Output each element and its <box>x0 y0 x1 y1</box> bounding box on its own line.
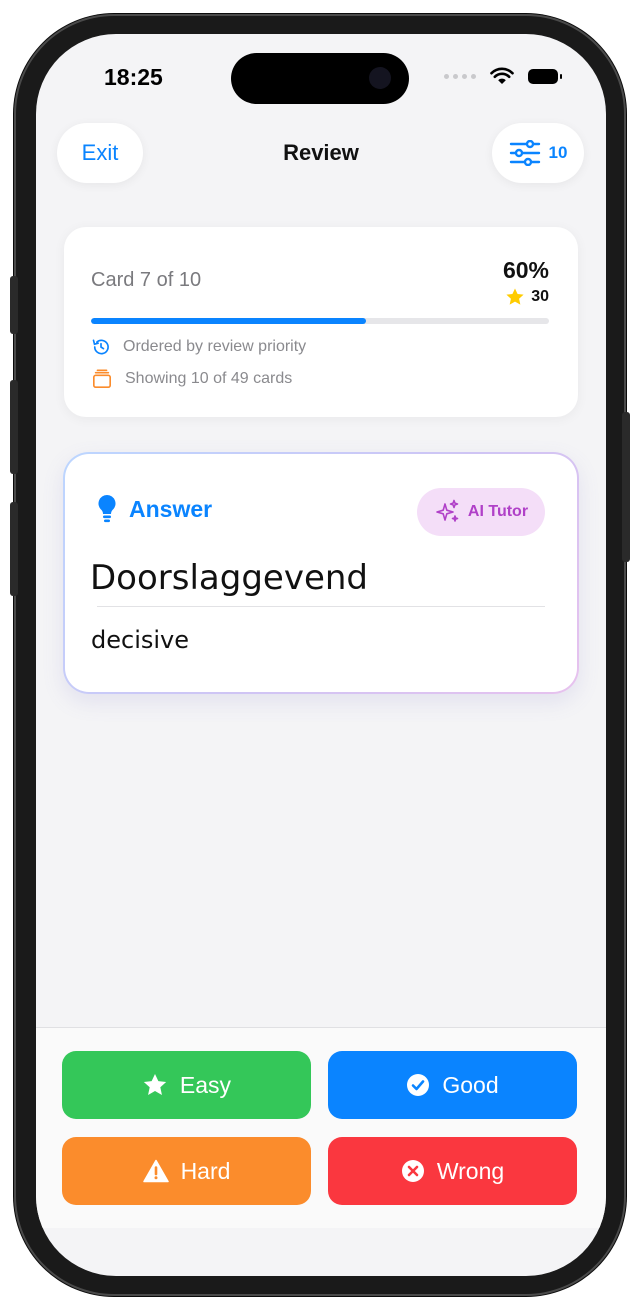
answer-card[interactable]: Answer AI Tutor Doorslaggevend decisive <box>63 452 579 694</box>
status-time: 18:25 <box>104 64 163 90</box>
grading-panel: Easy Good Hard Wrong <box>36 1027 606 1228</box>
wifi-icon <box>490 67 514 84</box>
cellular-signal-icon <box>444 73 476 79</box>
star-icon <box>143 1073 167 1095</box>
battery-icon <box>528 68 562 84</box>
progress-percent: 60% <box>502 257 549 283</box>
hard-button[interactable]: Hard <box>62 1137 311 1205</box>
easy-button[interactable]: Easy <box>62 1051 311 1119</box>
good-button[interactable]: Good <box>328 1051 577 1119</box>
star-count: 30 <box>531 288 549 305</box>
star-icon <box>506 288 524 305</box>
ai-tutor-label: AI Tutor <box>467 503 529 520</box>
answer-header: Answer <box>97 494 212 524</box>
filter-sliders-icon <box>509 140 540 166</box>
wrong-label: Wrong <box>436 1157 505 1184</box>
ai-tutor-button[interactable]: AI Tutor <box>417 488 545 536</box>
power-button <box>622 412 630 562</box>
wrong-button[interactable]: Wrong <box>328 1137 577 1205</box>
filter-button[interactable]: 10 <box>492 123 584 183</box>
answer-label: Answer <box>129 495 213 522</box>
lightbulb-icon <box>98 494 116 523</box>
status-icons <box>444 67 562 85</box>
showing-text: Showing 10 of 49 cards <box>125 370 293 387</box>
hard-label: Hard <box>180 1157 231 1184</box>
progress-card: Card 7 of 10 60% 30 Ordered by review pr… <box>64 227 578 417</box>
checkmark-circle-icon <box>407 1074 430 1096</box>
order-info: Ordered by review priority <box>91 337 306 357</box>
stack-icon <box>93 369 111 388</box>
star-score: 30 <box>505 287 549 307</box>
card-term: Doorslaggevend <box>90 558 369 598</box>
progress-bar-fill <box>91 318 366 324</box>
card-divider <box>97 606 545 607</box>
card-counter: Card 7 of 10 <box>91 269 202 291</box>
progress-bar <box>91 318 549 324</box>
history-icon <box>92 339 109 355</box>
filter-count: 10 <box>548 143 568 162</box>
action-button <box>10 276 18 334</box>
camera-icon <box>369 67 391 89</box>
warning-triangle-icon <box>142 1159 169 1183</box>
app-screen: 18:25 Exit Review 10 Card 7 of 10 60% 30… <box>36 34 606 1276</box>
x-circle-icon <box>401 1160 424 1182</box>
showing-info: Showing 10 of 49 cards <box>91 369 292 389</box>
easy-label: Easy <box>179 1071 232 1098</box>
volume-down-button <box>10 502 18 596</box>
good-label: Good <box>442 1071 499 1098</box>
answer-card-body: Answer AI Tutor Doorslaggevend decisive <box>65 454 577 692</box>
sparkles-icon <box>436 499 459 522</box>
volume-up-button <box>10 380 18 474</box>
card-translation: decisive <box>91 626 190 654</box>
dynamic-island <box>231 53 409 104</box>
order-text: Ordered by review priority <box>123 338 307 355</box>
